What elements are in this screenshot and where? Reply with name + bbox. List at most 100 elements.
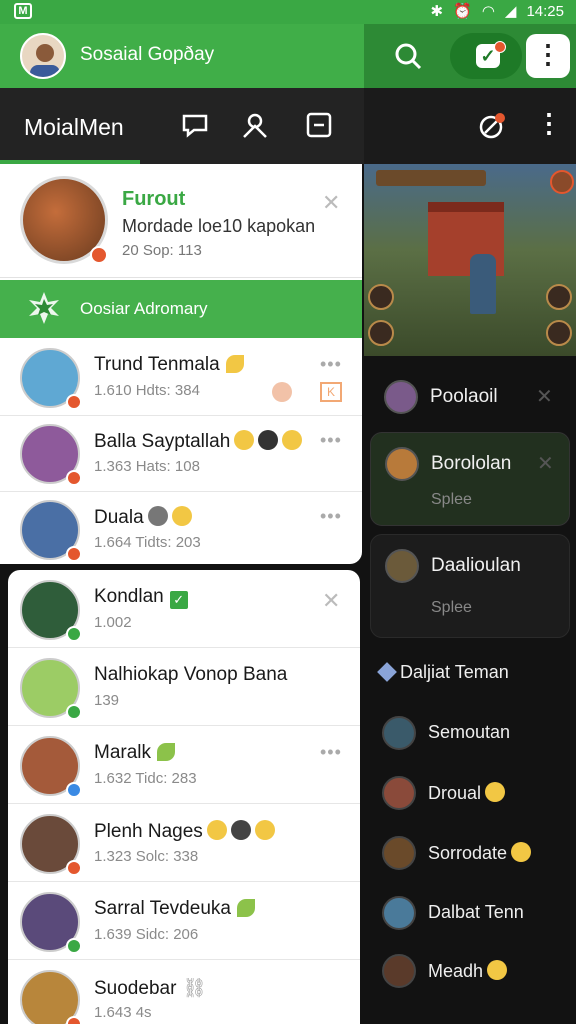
contact-name: Balla Sayptallah [94, 430, 303, 453]
contact-name: Sarral Tevdeuka [94, 898, 255, 920]
row-more-icon[interactable]: ••• [320, 354, 342, 375]
emoji-icon [234, 430, 255, 450]
leaf-icon [157, 743, 176, 761]
wifi-icon: ◠ [481, 3, 495, 20]
status-badge [66, 782, 82, 798]
right-list-item[interactable]: Droual [372, 766, 572, 822]
close-icon[interactable]: ✕ [322, 588, 340, 614]
sparkle-icon [225, 355, 244, 373]
chat-row[interactable]: Plenh Nages 1.323 Solc: 338 [8, 806, 360, 882]
right-list-item[interactable]: Meadh [372, 944, 572, 1000]
tasks-button[interactable]: ✓ [450, 33, 522, 79]
right-card[interactable]: Daalioulan Splee [370, 534, 570, 638]
right-list-item[interactable]: Semoutan [372, 706, 572, 762]
featured-chat[interactable]: Furout Mordade loe10 kapokan 20 Sop: 113… [0, 164, 362, 278]
status-badge [66, 938, 82, 954]
game-skill-icon [546, 284, 572, 310]
search-icon[interactable] [390, 38, 426, 74]
status-badge [66, 394, 82, 410]
card-avatar [385, 549, 419, 583]
contact-meta: 1.323 Solc: 338 [94, 848, 199, 865]
right-card[interactable]: Poolaoil ✕ [370, 368, 570, 424]
chat-row[interactable]: Nalhiokap Vonop Bana 139 [8, 650, 360, 726]
right-card-selected[interactable]: Borololan ✕ Splee [370, 432, 570, 526]
chat-row[interactable]: Sarral Tevdeuka 1.639 Sidc: 206 [8, 884, 360, 960]
emoji-icon [147, 506, 168, 526]
right-more-icon[interactable]: ⋮ [536, 108, 562, 139]
close-icon[interactable]: ✕ [537, 451, 554, 476]
alarm-icon: ⏰ [453, 3, 472, 20]
section-banner[interactable]: Oosiar Adromary [0, 280, 362, 338]
profile-avatar[interactable] [20, 33, 66, 79]
row-more-icon[interactable]: ••• [320, 430, 342, 451]
tab-bar: MoialMen [0, 88, 364, 164]
right-list-item[interactable]: Sorrodate [372, 826, 572, 882]
gem-icon [377, 662, 397, 682]
tab-active[interactable]: MoialMen [24, 114, 124, 141]
leaf-icon [236, 899, 255, 917]
reaction-icon [272, 382, 292, 402]
status-badge [66, 626, 82, 642]
list-avatar [382, 954, 416, 988]
chat-row[interactable]: Suodebar ⛓ 1.643 4s [8, 962, 360, 1024]
game-toolbar [376, 170, 486, 186]
verified-icon: ✓ [169, 591, 188, 609]
chat-row[interactable]: Maralk 1.632 Tidc: 283 ••• [8, 728, 360, 804]
list-name: Droual [428, 782, 506, 804]
game-skill-icon [546, 320, 572, 346]
contact-meta: 1.363 Hats: 108 [94, 458, 200, 475]
right-list-item[interactable]: Dalbat Tenn [372, 886, 572, 942]
chat-row[interactable]: Balla Sayptallah 1.363 Hats: 108 ••• [0, 416, 362, 492]
section-title: Daljiat Teman [377, 662, 509, 683]
list-avatar [382, 836, 416, 870]
notification-dot [494, 41, 506, 53]
right-header: ✓ ⋮ [364, 24, 576, 88]
game-character [470, 254, 496, 314]
emoji-icon [282, 430, 303, 450]
contact-name: Duala [94, 506, 192, 529]
list-name: Sorrodate [428, 842, 532, 864]
mention-icon[interactable] [476, 112, 506, 142]
card-sub: Splee [431, 599, 472, 616]
chat-row[interactable]: Kondlan ✓ 1.002 ✕ [8, 572, 360, 648]
card-sub: Splee [431, 491, 472, 508]
chat-row[interactable]: Trund Tenmala 1.610 Hdts: 384 ••• K [0, 340, 362, 416]
status-badge [66, 546, 82, 562]
chat-list-bottom: Kondlan ✓ 1.002 ✕ Nalhiokap Vonop Bana 13… [8, 570, 360, 1024]
contact-name: Trund Tenmala [94, 354, 244, 376]
contact-name: Nalhiokap Vonop Bana [94, 664, 288, 685]
link-icon: ⛓ [182, 978, 207, 999]
featured-meta: 20 Sop: 113 [122, 242, 202, 259]
row-more-icon[interactable]: ••• [320, 742, 342, 763]
contact-meta: 1.639 Sidc: 206 [94, 926, 199, 943]
featured-name: Furout [122, 188, 186, 210]
bluetooth-icon: ✱ [430, 3, 444, 20]
featured-badge [90, 246, 108, 264]
chat-row[interactable]: Duala 1.664 Tidts: 203 ••• [0, 492, 362, 568]
chat-icon[interactable] [180, 110, 210, 140]
contact-meta: 1.632 Tidc: 283 [94, 770, 197, 787]
contact-meta: 1.610 Hdts: 384 [94, 382, 200, 399]
right-tab-bar: ⋮ [364, 88, 576, 164]
contact-meta: 1.664 Tidts: 203 [94, 534, 201, 551]
featured-description: Mordade loe10 kapokan [122, 216, 316, 236]
game-skill-icon [368, 284, 394, 310]
status-badge [66, 860, 82, 876]
signal-icon: ◢ [504, 3, 517, 20]
card-name: Poolaoil [430, 386, 498, 407]
banner-label: Oosiar Adromary [80, 299, 208, 318]
close-icon[interactable]: ✕ [536, 384, 553, 409]
card-name: Daalioulan [431, 555, 521, 576]
close-icon[interactable]: ✕ [322, 190, 340, 216]
status-badge [66, 1016, 82, 1024]
game-preview[interactable] [364, 164, 576, 356]
message-box-icon[interactable] [304, 110, 334, 140]
more-menu-button[interactable]: ⋮ [526, 34, 570, 78]
list-name: Dalbat Tenn [428, 902, 524, 922]
row-more-icon[interactable]: ••• [320, 506, 342, 527]
card-avatar [385, 447, 419, 481]
emoji-icon [258, 430, 279, 450]
card-name: Borololan [431, 453, 512, 474]
list-name: Semoutan [428, 722, 511, 742]
group-icon[interactable] [240, 110, 270, 140]
